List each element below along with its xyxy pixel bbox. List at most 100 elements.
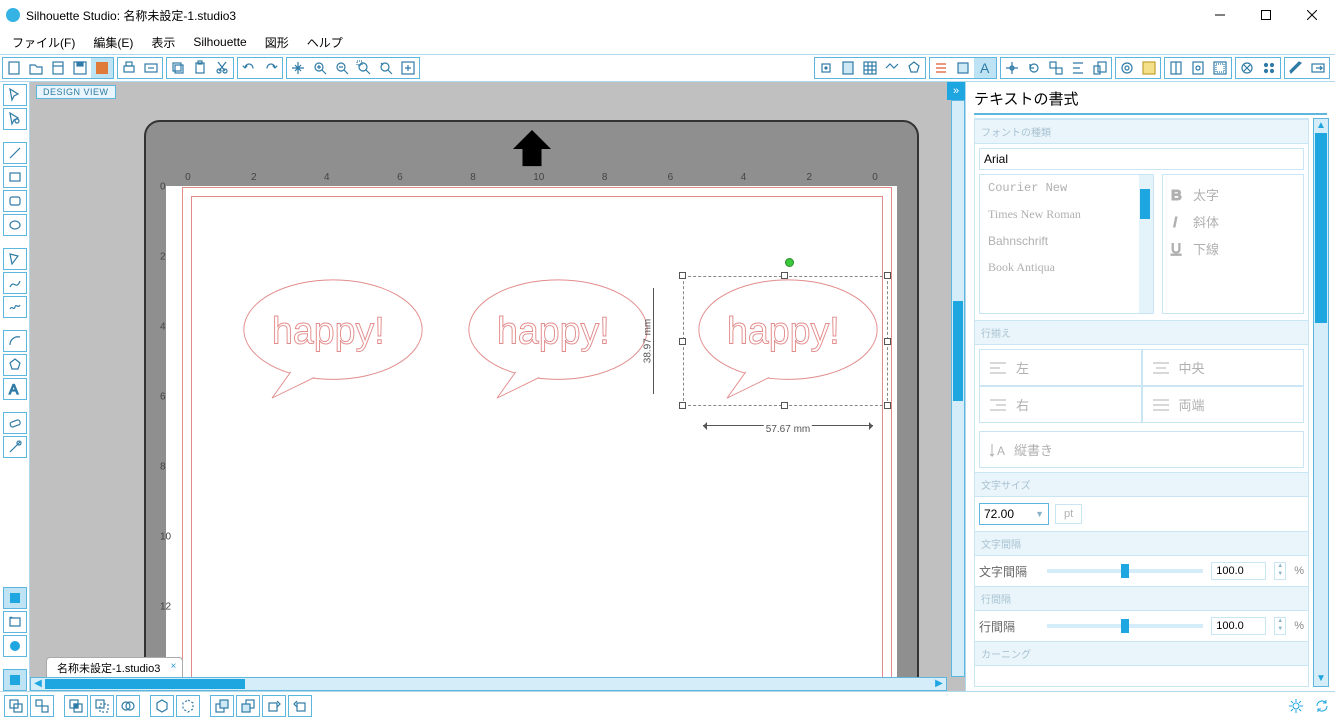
italic-button[interactable]: I斜体: [1167, 208, 1299, 235]
resize-handle[interactable]: [781, 272, 788, 279]
scroll-thumb[interactable]: [953, 301, 963, 401]
settings-icon[interactable]: [1287, 697, 1305, 715]
line-tool-icon[interactable]: [3, 142, 27, 164]
rhinestone-icon[interactable]: [1258, 58, 1280, 78]
resize-handle[interactable]: [884, 338, 891, 345]
curve-tool-icon[interactable]: [3, 272, 27, 294]
knife-tool-icon[interactable]: [3, 436, 27, 458]
canvas[interactable]: DESIGN VIEW » 02 46 810 86 42 0 happy!: [30, 82, 965, 691]
reg-marks-icon[interactable]: [815, 58, 837, 78]
char-spacing-stepper[interactable]: ▲▼: [1274, 562, 1286, 580]
menu-silhouette[interactable]: Silhouette: [185, 33, 254, 51]
bold-button[interactable]: B太字: [1167, 181, 1299, 208]
scroll-up-icon[interactable]: ▲: [1314, 119, 1328, 133]
send-cut-icon[interactable]: [1307, 58, 1329, 78]
arc-tool-icon[interactable]: [3, 330, 27, 352]
align-right-button[interactable]: 右: [979, 386, 1142, 423]
char-spacing-slider[interactable]: [1047, 569, 1203, 573]
font-input[interactable]: [979, 148, 1304, 170]
backward-icon[interactable]: [288, 695, 312, 717]
text-style-icon[interactable]: A: [974, 58, 996, 78]
pan-icon[interactable]: [287, 58, 309, 78]
menu-edit[interactable]: 編集(E): [85, 32, 141, 53]
line-color-icon[interactable]: [930, 58, 952, 78]
offset-icon[interactable]: [1116, 58, 1138, 78]
object-outline-icon[interactable]: [176, 695, 200, 717]
compound-release-icon[interactable]: [90, 695, 114, 717]
library-view-icon[interactable]: [3, 611, 27, 633]
zoom-out-icon[interactable]: [331, 58, 353, 78]
undo-icon[interactable]: [238, 58, 260, 78]
document-tab[interactable]: 名称未設定-1.studio3 ×: [46, 657, 183, 677]
compound-make-icon[interactable]: [64, 695, 88, 717]
send-view-icon[interactable]: [3, 669, 27, 691]
line-spacing-slider[interactable]: [1047, 624, 1203, 628]
eraser-tool-icon[interactable]: [3, 412, 27, 434]
shape-icon[interactable]: [903, 58, 925, 78]
vertical-text-button[interactable]: A縦書き: [979, 431, 1304, 468]
minimize-button[interactable]: [1197, 0, 1243, 30]
mat-icon[interactable]: [1209, 58, 1231, 78]
align-icon[interactable]: [1067, 58, 1089, 78]
polygon-tool-icon[interactable]: [3, 248, 27, 270]
ungroup-icon[interactable]: [30, 695, 54, 717]
vscrollbar[interactable]: [951, 100, 965, 677]
library-icon[interactable]: [47, 58, 69, 78]
sync-icon[interactable]: [1313, 697, 1331, 715]
close-tab-icon[interactable]: ×: [170, 661, 176, 672]
rotate-handle[interactable]: [785, 258, 794, 267]
send-icon[interactable]: [140, 58, 162, 78]
resize-handle[interactable]: [679, 338, 686, 345]
speech-bubble[interactable]: happy!: [458, 278, 658, 400]
trace-icon[interactable]: [1138, 58, 1160, 78]
selection-box[interactable]: 57.67 mm 38.97 mm: [673, 266, 898, 421]
regpoly-tool-icon[interactable]: [3, 354, 27, 376]
design-view-icon[interactable]: [3, 587, 27, 609]
scroll-right-icon[interactable]: ▶: [932, 678, 946, 690]
save-icon[interactable]: [69, 58, 91, 78]
align-center-button[interactable]: 中央: [1142, 349, 1305, 386]
rotate-icon[interactable]: [1023, 58, 1045, 78]
rect-tool-icon[interactable]: [3, 166, 27, 188]
transform-icon[interactable]: [1001, 58, 1023, 78]
menu-help[interactable]: ヘルプ: [299, 32, 351, 53]
font-list-scrollbar[interactable]: [1139, 175, 1153, 313]
resize-handle[interactable]: [884, 272, 891, 279]
font-size-input[interactable]: 72.00▼: [979, 503, 1049, 525]
grid-icon[interactable]: [859, 58, 881, 78]
panel-scrollbar[interactable]: ▲ ▼: [1313, 118, 1329, 687]
scroll-left-icon[interactable]: ◀: [31, 678, 45, 690]
speech-bubble[interactable]: happy!: [233, 278, 433, 400]
resize-handle[interactable]: [781, 402, 788, 409]
font-item[interactable]: Bahnschrift: [980, 228, 1153, 254]
menu-shape[interactable]: 図形: [257, 32, 297, 53]
open-icon[interactable]: [25, 58, 47, 78]
zoom-sel-icon[interactable]: [353, 58, 375, 78]
pixscan-icon[interactable]: [881, 58, 903, 78]
new-icon[interactable]: [3, 58, 25, 78]
store-view-icon[interactable]: [3, 635, 27, 657]
resize-handle[interactable]: [679, 272, 686, 279]
blade-icon[interactable]: [1187, 58, 1209, 78]
zoom-in-icon[interactable]: [309, 58, 331, 78]
sketch-icon[interactable]: [1236, 58, 1258, 78]
fill-color-icon[interactable]: [952, 58, 974, 78]
scroll-thumb[interactable]: [1315, 133, 1327, 323]
hscrollbar[interactable]: ◀ ▶: [30, 677, 947, 691]
save-library-icon[interactable]: [91, 58, 113, 78]
forward-icon[interactable]: [262, 695, 286, 717]
collapse-panel-icon[interactable]: »: [947, 82, 965, 100]
zoom-drag-icon[interactable]: [375, 58, 397, 78]
scale-icon[interactable]: [1089, 58, 1111, 78]
scroll-thumb[interactable]: [45, 679, 245, 689]
align-left-button[interactable]: 左: [979, 349, 1142, 386]
line-spacing-input[interactable]: [1211, 617, 1266, 635]
char-spacing-input[interactable]: [1211, 562, 1266, 580]
rrect-tool-icon[interactable]: [3, 190, 27, 212]
group-icon[interactable]: [4, 695, 28, 717]
font-size-unit[interactable]: pt: [1055, 504, 1082, 524]
edit-points-icon[interactable]: [3, 108, 27, 130]
print-icon[interactable]: [118, 58, 140, 78]
bring-front-icon[interactable]: [210, 695, 234, 717]
scroll-down-icon[interactable]: ▼: [1314, 672, 1328, 686]
